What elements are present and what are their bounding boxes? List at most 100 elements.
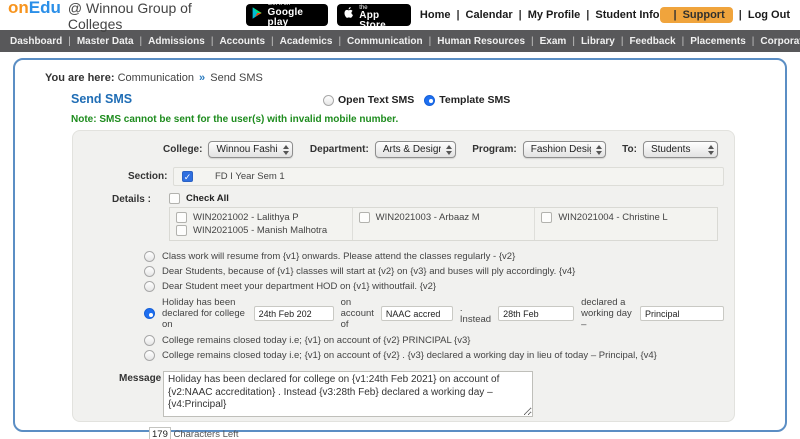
nav-master-data[interactable]: Master Data xyxy=(62,36,134,47)
students-col-3: WIN2021004 - Christine L xyxy=(535,208,717,240)
header-link-log-out[interactable]: Log Out xyxy=(733,9,790,21)
template-radio[interactable] xyxy=(144,281,155,292)
app-logo[interactable]: on Edu @ Winnou Group of Colleges xyxy=(8,0,246,32)
message-textarea[interactable]: Holiday has been declared for college on… xyxy=(163,371,533,417)
template-seg1: Holiday has been declared for college on xyxy=(162,297,245,330)
template-var1-input[interactable] xyxy=(253,306,334,321)
header-link-support[interactable]: Support xyxy=(659,7,733,23)
nav-accounts[interactable]: Accounts xyxy=(205,36,265,47)
template-var2-input[interactable] xyxy=(380,306,453,321)
template-option: College remains closed today i.e; {v1} o… xyxy=(144,348,724,363)
breadcrumb-prefix: You are here: xyxy=(45,72,115,84)
nav-academics[interactable]: Academics xyxy=(265,36,333,47)
template-var3-input[interactable] xyxy=(498,306,575,321)
students-col-1: WIN2021002 - Lalithya P WIN2021005 - Man… xyxy=(170,208,353,240)
details-label: Details : xyxy=(112,194,151,205)
app-store-badge[interactable]: Download on the App Store xyxy=(337,0,411,31)
message-label: Message : xyxy=(119,373,168,384)
details-body: Check All WIN2021002 - Lalithya P WIN202… xyxy=(169,193,718,241)
template-text: College remains closed today i.e; {v1} o… xyxy=(162,335,471,346)
section-value: FD I Year Sem 1 xyxy=(215,171,285,182)
template-option: College remains closed today i.e; {v1} o… xyxy=(144,333,724,348)
template-seg2: on account of xyxy=(340,297,374,330)
breadcrumb-communication[interactable]: Communication xyxy=(118,72,194,84)
college-select[interactable]: Winnou Fashi xyxy=(208,141,294,158)
template-seg3: . Instead xyxy=(459,302,492,325)
nav-dashboard[interactable]: Dashboard xyxy=(10,36,62,47)
template-radio[interactable] xyxy=(144,335,155,346)
breadcrumb: You are here: Communication » Send SMS xyxy=(31,68,769,86)
department-select[interactable]: Arts & Desigr xyxy=(374,141,456,158)
message-row: Message : Holiday has been declared for … xyxy=(119,371,724,417)
template-var4-input[interactable] xyxy=(640,306,724,321)
student-checkbox[interactable] xyxy=(358,212,370,223)
template-text: Class work will resume from {v1} onwards… xyxy=(162,251,516,262)
open-text-sms-option[interactable]: Open Text SMS xyxy=(323,94,414,106)
header-link-home[interactable]: Home xyxy=(420,9,451,21)
google-play-badge[interactable]: Get it on Google play xyxy=(245,1,329,28)
program-value: Fashion Desig xyxy=(530,144,591,155)
section-checkbox[interactable] xyxy=(182,171,193,182)
template-sms-option[interactable]: Template SMS xyxy=(424,94,510,106)
template-list: Class work will resume from {v1} onwards… xyxy=(144,249,724,363)
header-link-my-profile[interactable]: My Profile xyxy=(513,9,581,21)
student-name: WIN2021002 - Lalithya P xyxy=(193,212,299,223)
student-name: WIN2021004 - Christine L xyxy=(558,212,668,223)
nav-exam[interactable]: Exam xyxy=(525,36,567,47)
chars-label: Characters xyxy=(173,429,220,439)
header-link-student-info[interactable]: Student Info xyxy=(580,9,659,21)
program-select[interactable]: Fashion Desig xyxy=(522,141,606,158)
department-label: Department: xyxy=(309,144,369,155)
content-panel: You are here: Communication » Send SMS S… xyxy=(13,58,787,439)
screen: on Edu @ Winnou Group of Colleges Get it … xyxy=(0,0,800,439)
apple-icon xyxy=(342,5,355,25)
nav-communication[interactable]: Communication xyxy=(332,36,423,47)
template-radio[interactable] xyxy=(144,251,155,262)
select-stepper-icon xyxy=(283,144,290,155)
header-link-calendar[interactable]: Calendar xyxy=(450,9,513,21)
logo-edu: Edu xyxy=(28,0,61,17)
college-label: College: xyxy=(163,144,203,155)
student-checkbox[interactable] xyxy=(176,225,187,236)
header-links: Home Calendar My Profile Student Info Su… xyxy=(420,7,790,23)
open-text-sms-radio[interactable] xyxy=(323,94,334,106)
nav-human-resources[interactable]: Human Resources xyxy=(423,36,525,47)
student-item: WIN2021002 - Lalithya P xyxy=(176,212,346,223)
template-radio[interactable] xyxy=(144,266,155,277)
student-checkbox[interactable] xyxy=(541,212,553,223)
select-stepper-icon xyxy=(445,144,452,155)
google-play-icon xyxy=(251,6,264,25)
template-option: Class work will resume from {v1} onwards… xyxy=(144,249,724,264)
template-text: College remains closed today i.e; {v1} o… xyxy=(162,350,657,361)
to-label: To: xyxy=(622,144,637,155)
invalid-mobile-note: Note: SMS cannot be sent for the user(s)… xyxy=(71,114,399,125)
template-text: Dear Students, because of {v1} classes w… xyxy=(162,266,576,277)
sms-mode-radios: Open Text SMS Template SMS xyxy=(323,94,510,106)
page: You are here: Communication » Send SMS S… xyxy=(0,52,800,439)
template-option: Dear Students, because of {v1} classes w… xyxy=(144,264,724,279)
template-radio[interactable] xyxy=(144,350,155,361)
student-checkbox[interactable] xyxy=(176,212,187,223)
nav-feedback[interactable]: Feedback xyxy=(615,36,675,47)
template-sms-radio[interactable] xyxy=(424,94,436,106)
details-row: Details : Check All WIN2021002 - Lalithy… xyxy=(112,193,724,241)
program-label: Program: xyxy=(472,144,517,155)
org-name: @ Winnou Group of Colleges xyxy=(67,0,192,32)
chars-label2: Left xyxy=(222,429,239,439)
app-header: on Edu @ Winnou Group of Colleges Get it … xyxy=(0,0,800,32)
to-select[interactable]: Students xyxy=(642,141,718,158)
section-box: FD I Year Sem 1 xyxy=(173,167,724,186)
page-title: Send SMS xyxy=(71,92,133,106)
department-value: Arts & Desigr xyxy=(382,144,441,155)
template-radio-selected[interactable] xyxy=(144,308,155,319)
nav-placements[interactable]: Placements xyxy=(676,36,746,47)
check-all-checkbox[interactable] xyxy=(169,193,180,204)
student-item: WIN2021003 - Arbaaz M xyxy=(358,212,529,223)
nav-corporate-relations[interactable]: Corporate Relations xyxy=(746,36,800,47)
nav-admissions[interactable]: Admissions xyxy=(134,36,205,47)
header-right: Get it on Google play Download on the Ap… xyxy=(245,0,790,31)
breadcrumb-separator: » xyxy=(199,72,206,84)
nav-library[interactable]: Library xyxy=(566,36,615,47)
sms-form-panel: College: Winnou Fashi Department: Arts &… xyxy=(72,130,735,439)
chars-left: 179 Characters Left xyxy=(149,427,245,439)
